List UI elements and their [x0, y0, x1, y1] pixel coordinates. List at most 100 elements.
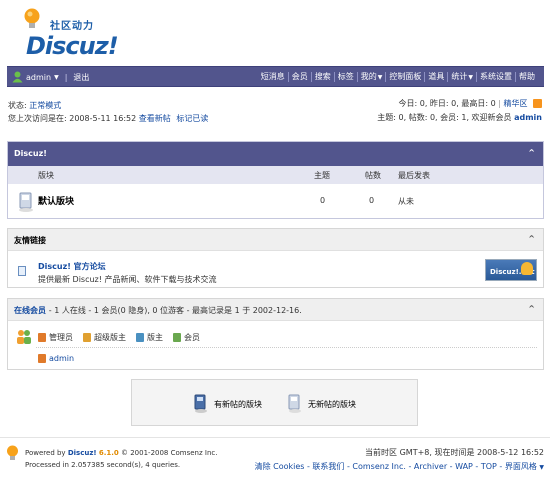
- footer-links[interactable]: 清除 Cookies - 联系我们 - Comsenz Inc. - Archi…: [255, 462, 537, 471]
- legend-item: 版主: [136, 332, 163, 343]
- user-icon: [12, 71, 23, 83]
- friend-link-desc: 提供最新 Discuz! 产品新闻、软件下载与技术交流: [38, 275, 217, 284]
- lightbulb-icon: [24, 8, 40, 28]
- user-menu: admin ▼ | 退出: [12, 70, 89, 84]
- top-nav-bar: admin ▼ | 退出 短消息 会员 搜索 标签 我的▼ 控制面板 道具 统计▼ 系统设置 帮助: [7, 66, 544, 87]
- users-group-icon: [17, 330, 31, 344]
- last-visit-text: 您上次访问是在: 2008-5-11 16:52: [8, 114, 137, 123]
- board-stats: 今日: 0, 昨日: 0, 最高日: 0 | 精华区 主题: 0, 帖数: 0,…: [377, 99, 542, 122]
- footer: Powered by Discuz! 6.1.0 © 2001-2008 Com…: [0, 437, 550, 480]
- view-new-posts-link[interactable]: 查看新帖: [139, 114, 171, 123]
- chevron-down-icon[interactable]: ▼: [378, 74, 383, 81]
- chevron-down-icon[interactable]: ▼: [54, 74, 59, 81]
- main-menu: 短消息 会员 搜索 标签 我的▼ 控制面板 道具 统计▼ 系统设置 帮助: [258, 71, 538, 82]
- discuz-logo[interactable]: 社区动力 Discuz!: [20, 8, 130, 60]
- category-title[interactable]: Discuz!: [14, 149, 47, 158]
- nav-item[interactable]: 控制面板: [386, 71, 424, 82]
- topic-stats: 主题: 0, 帖数: 0, 会员: 1, 欢迎新会员: [377, 113, 512, 122]
- rss-icon[interactable]: [533, 99, 542, 108]
- header-last-post: 最后发表: [398, 170, 430, 180]
- header: 社区动力 Discuz!: [0, 0, 550, 66]
- header-topics: 主题: [314, 170, 330, 180]
- nav-item[interactable]: 统计▼: [448, 71, 476, 82]
- processed-text: Processed in 2.057385 second(s), 4 queri…: [25, 461, 181, 469]
- online-desc: - 1 人在线 - 1 会员(0 隐身), 0 位游客 - 最高记录是 1 于 …: [48, 306, 302, 315]
- legend-label: 版主: [147, 333, 163, 342]
- digest-link[interactable]: 精华区: [503, 99, 527, 108]
- member-group-icon: [173, 333, 181, 342]
- forum-topics: 0: [320, 196, 326, 205]
- chevron-down-icon[interactable]: ▼: [539, 464, 544, 471]
- forum-status-icon: [19, 192, 33, 212]
- online-member[interactable]: admin: [38, 354, 74, 363]
- mode-link[interactable]: 正常模式: [29, 101, 61, 110]
- powered-by-text: Powered by: [25, 449, 66, 457]
- username-link[interactable]: admin: [26, 73, 51, 82]
- table-header: 版块 主题 帖数 最后发表: [8, 166, 543, 184]
- forum-new-icon: [194, 394, 207, 413]
- admin-user-icon: [38, 354, 46, 363]
- divider: [36, 347, 537, 348]
- timezone-text: 当前时区 GMT+8, 现在时间是 2008-5-12 16:52: [365, 448, 544, 457]
- legend-none: 无新帖的版块: [288, 394, 356, 414]
- nav-item[interactable]: 搜索: [312, 71, 334, 82]
- header-posts: 帖数: [365, 170, 381, 180]
- legend-label: 超级版主: [94, 333, 126, 342]
- lightbulb-icon: [521, 262, 533, 275]
- forum-posts: 0: [369, 196, 375, 205]
- copyright-text: © 2001-2008 Comsenz Inc.: [121, 449, 218, 457]
- legend-new-label: 有新帖的版块: [214, 399, 262, 409]
- member-group-legend: 管理员 超级版主 版主 会员: [38, 332, 200, 343]
- category-header: Discuz! ^: [8, 142, 543, 166]
- forum-name-link[interactable]: 默认版块: [38, 194, 74, 207]
- friend-link-logo[interactable]: Discuz!.net: [485, 259, 537, 281]
- forum-category: Discuz! ^ 版块 主题 帖数 最后发表 默认版块 0 0 从未: [7, 141, 544, 219]
- forum-last-post: 从未: [398, 197, 414, 206]
- nav-item[interactable]: 道具: [425, 71, 447, 82]
- online-members-box: 在线会员 - 1 人在线 - 1 会员(0 隐身), 0 位游客 - 最高记录是…: [7, 298, 544, 370]
- collapse-icon[interactable]: ^: [528, 304, 535, 313]
- table-row: 默认版块 0 0 从未: [8, 184, 543, 219]
- mark-read-link[interactable]: 标记已读: [176, 114, 208, 123]
- legend-label: 管理员: [49, 333, 73, 342]
- forum-icon-legend: 有新帖的版块 无新帖的版块: [131, 379, 418, 426]
- divider: |: [64, 72, 68, 82]
- legend-item: 管理员: [38, 332, 73, 343]
- legend-item: 会员: [173, 332, 200, 343]
- member-group-icon: [38, 333, 46, 342]
- legend-item: 超级版主: [83, 332, 126, 343]
- status-info: 状态: 正常模式 您上次访问是在: 2008-5-11 16:52 查看新帖 标…: [8, 99, 208, 125]
- friend-links-box: 友情链接 ^ Discuz! 官方论坛 提供最新 Discuz! 产品新闻、软件…: [7, 228, 544, 288]
- version-text: 6.1.0: [98, 449, 119, 457]
- nav-item[interactable]: 我的▼: [358, 71, 386, 82]
- nav-item[interactable]: 短消息: [258, 71, 288, 82]
- online-title[interactable]: 在线会员: [14, 306, 46, 315]
- logout-link[interactable]: 退出: [73, 72, 89, 83]
- legend-label: 会员: [184, 333, 200, 342]
- header-board: 版块: [38, 170, 54, 180]
- footer-powered: Powered by Discuz! 6.1.0 © 2001-2008 Com…: [25, 447, 217, 471]
- logo-english-text: Discuz!: [26, 32, 119, 60]
- nav-item[interactable]: 系统设置: [477, 71, 515, 82]
- chevron-down-icon[interactable]: ▼: [468, 74, 473, 81]
- collapse-icon[interactable]: ^: [528, 148, 535, 157]
- lightbulb-icon: [7, 445, 18, 460]
- online-header: 在线会员 - 1 人在线 - 1 会员(0 隐身), 0 位游客 - 最高记录是…: [8, 299, 543, 321]
- friend-links-header: 友情链接 ^: [8, 229, 543, 251]
- member-name[interactable]: admin: [49, 354, 74, 363]
- document-icon: [18, 266, 26, 276]
- member-group-icon: [83, 333, 91, 342]
- today-stats: 今日: 0, 昨日: 0, 最高日: 0: [398, 99, 496, 108]
- new-member-link[interactable]: admin: [514, 113, 542, 122]
- member-group-icon: [136, 333, 144, 342]
- nav-item[interactable]: 标签: [335, 71, 357, 82]
- legend-new: 有新帖的版块: [194, 394, 262, 414]
- discuz-link[interactable]: Discuz!: [68, 449, 97, 457]
- forum-nonew-icon: [288, 394, 301, 413]
- nav-item[interactable]: 帮助: [516, 71, 538, 82]
- nav-item[interactable]: 会员: [289, 71, 311, 82]
- collapse-icon[interactable]: ^: [528, 234, 535, 243]
- friend-link-title[interactable]: Discuz! 官方论坛: [38, 261, 106, 272]
- logo-chinese-text: 社区动力: [50, 21, 94, 32]
- friend-links-title: 友情链接: [14, 236, 46, 245]
